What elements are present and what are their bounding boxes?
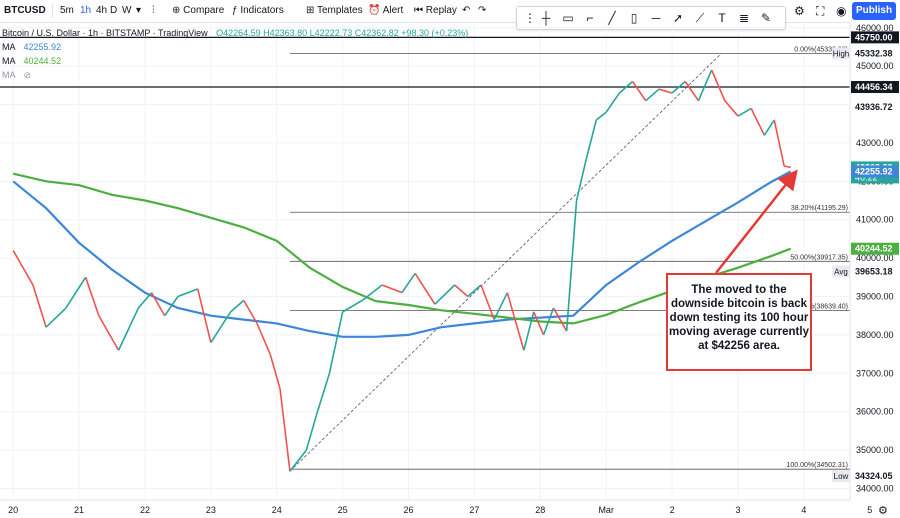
price-segment <box>32 284 47 328</box>
price-segment <box>631 81 647 102</box>
legend-ma3-label: MA <box>2 70 16 80</box>
price-segment <box>645 88 660 102</box>
y-tick-label: 41000.00 <box>856 215 894 225</box>
y-tick-label: 38000.00 <box>856 330 894 340</box>
price-segment <box>750 108 766 136</box>
price-segment <box>381 284 403 294</box>
x-tick-label: 5 <box>867 505 872 515</box>
x-tick-label: 25 <box>338 505 348 515</box>
x-tick-label: 22 <box>140 505 150 515</box>
legend-ma1-label: MA <box>2 42 16 52</box>
x-tick-label: 20 <box>8 505 18 515</box>
price-segment <box>230 299 245 313</box>
x-tick-label: 3 <box>735 505 740 515</box>
price-segment <box>305 415 318 451</box>
legend-title-row: Bitcoin / U.S. Dollar · 1h · BITSTAMP · … <box>2 27 468 39</box>
price-segment <box>585 119 598 159</box>
x-tick-label: 27 <box>469 505 479 515</box>
legend-ohlc: O42264.59 H42363.80 L42222.73 C42362.82 … <box>216 28 469 38</box>
fib-level-label: 50.00%(39917.35) <box>790 254 848 261</box>
price-segment <box>575 158 588 201</box>
legend-ma3-row[interactable]: MA ⊘ <box>2 69 31 81</box>
price-label: 42255.92 <box>855 167 893 177</box>
price-segment <box>256 323 271 355</box>
price-segment <box>98 315 120 351</box>
price-segment <box>361 284 383 301</box>
fib-level-label: 100.00%(34502.31) <box>787 462 849 469</box>
price-segment <box>177 288 198 298</box>
price-segment <box>117 307 140 351</box>
price-segment <box>783 165 791 169</box>
price-label: 43936.72 <box>855 102 893 112</box>
price-label: 40244.52 <box>855 244 893 254</box>
price-label: 44456.34 <box>855 82 893 92</box>
price-segment <box>454 284 469 298</box>
y-tick-label: 43000.00 <box>856 138 894 148</box>
price-segment <box>315 373 331 416</box>
price-segment <box>710 69 726 102</box>
price-label: 45750.00 <box>855 32 893 42</box>
legend-ma2-label: MA <box>2 56 16 66</box>
price-label: 34324.05 <box>855 471 893 481</box>
price-tag: Low <box>834 472 849 481</box>
price-segment <box>414 273 436 305</box>
x-tick-label: 28 <box>535 505 545 515</box>
price-segment <box>45 307 67 328</box>
trend-line <box>289 53 722 472</box>
legend-ma1-row[interactable]: MA 42255.92 <box>2 41 61 53</box>
legend-title: Bitcoin / U.S. Dollar · 1h · BITSTAMP · … <box>2 28 208 38</box>
price-segment <box>684 81 700 102</box>
y-tick-label: 36000.00 <box>856 407 894 417</box>
price-label: 39653.18 <box>855 266 893 276</box>
price-segment <box>595 111 607 121</box>
price-tag: High <box>833 49 849 58</box>
price-label: 45332.38 <box>855 48 893 58</box>
price-segment <box>12 250 34 286</box>
price-segment <box>65 276 87 309</box>
price-segment <box>605 92 621 113</box>
x-tick-label: 23 <box>206 505 216 515</box>
x-tick-label: 4 <box>801 505 806 515</box>
y-tick-label: 45000.00 <box>856 61 894 71</box>
price-chart[interactable]: 0.00%(45332.38)38.20%(41195.29)50.00%(39… <box>0 0 900 518</box>
x-tick-label: 2 <box>670 505 675 515</box>
annotation-callout: The moved to the downside bitcoin is bac… <box>666 273 812 371</box>
price-segment <box>697 69 713 102</box>
price-segment <box>269 353 281 389</box>
price-segment <box>532 311 545 336</box>
price-segment <box>658 88 673 94</box>
y-tick-label: 35000.00 <box>856 445 894 455</box>
price-segment <box>328 311 344 374</box>
price-segment <box>434 284 456 305</box>
x-tick-label: 21 <box>74 505 84 515</box>
price-segment <box>763 119 775 136</box>
eye-hidden-icon[interactable]: ⊘ <box>24 70 32 80</box>
legend-ma1-value: 42255.92 <box>23 42 62 52</box>
price-segment <box>552 307 568 332</box>
x-tick-label: Mar <box>598 505 614 515</box>
price-tag: Avg <box>834 267 848 276</box>
gear-icon: ⚙ <box>878 505 888 517</box>
y-tick-label: 37000.00 <box>856 368 894 378</box>
price-segment <box>279 388 291 472</box>
price-segment <box>724 100 739 117</box>
y-tick-label: 34000.00 <box>856 483 894 493</box>
fib-level-label: 38.20%(41195.29) <box>791 205 848 212</box>
y-tick-label: 46000.00 <box>856 23 894 33</box>
price-segment <box>506 292 525 351</box>
price-segment <box>737 107 752 117</box>
legend-ma2-value: 40244.52 <box>23 56 62 66</box>
x-tick-label: 26 <box>404 505 414 515</box>
legend-ma2-row[interactable]: MA 40244.52 <box>2 55 61 67</box>
price-segment <box>289 449 308 472</box>
y-tick-label: 39000.00 <box>856 292 894 302</box>
x-tick-label: 24 <box>272 505 282 515</box>
